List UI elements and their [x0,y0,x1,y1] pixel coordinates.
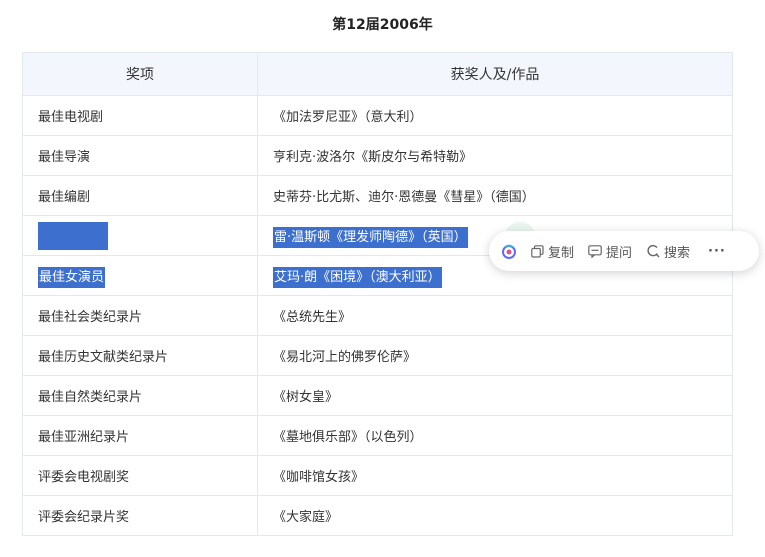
winner-cell: 《大家庭》 [257,495,733,536]
copy-icon [531,244,544,258]
table-row: 评委会电视剧奖 《咖啡馆女孩》 [22,455,733,496]
search-button[interactable]: 搜索 [646,242,690,261]
selection-toolbar: 复制 提问 搜索 ··· [489,231,759,271]
more-options-button[interactable]: ··· [708,244,726,259]
winner-cell: 《树女皇》 [257,375,733,416]
award-cell [22,215,258,256]
search-icon [647,245,660,258]
winner-cell: 《易北河上的佛罗伦萨》 [257,335,733,376]
page-title: 第12届2006年 [332,17,433,33]
award-cell: 评委会电视剧奖 [22,455,258,496]
winner-cell: 史蒂芬·比尤斯、迪尔·恩德曼《彗星》（德国） [257,175,733,216]
assistant-logo-icon[interactable] [501,243,517,259]
award-cell: 最佳女演员 [22,255,258,296]
copy-label: 复制 [548,245,575,261]
selected-text-highlight[interactable]: 最佳女演员 [38,267,106,288]
winner-cell: 《墓地俱乐部》（以色列） [257,415,733,456]
winner-cell: 《加法罗尼亚》（意大利） [257,95,733,136]
copy-button[interactable]: 复制 [531,242,574,261]
table-row: 最佳亚洲纪录片 《墓地俱乐部》（以色列） [22,415,733,456]
winner-cell: 《咖啡馆女孩》 [257,455,733,496]
header-award: 奖项 [22,52,258,96]
award-cell: 最佳导演 [22,135,258,176]
selected-text-highlight[interactable]: 雷·温斯顿《理发师陶德》（英国） [273,227,468,248]
table-row: 最佳电视剧 《加法罗尼亚》（意大利） [22,95,733,136]
header-winner: 获奖人及/作品 [257,52,733,96]
table-row: 最佳导演 亨利克·波洛尔《斯皮尔与希特勒》 [22,135,733,176]
award-cell: 最佳编剧 [22,175,258,216]
award-cell: 最佳亚洲纪录片 [22,415,258,456]
award-cell: 最佳历史文献类纪录片 [22,335,258,376]
winner-cell: 亨利克·波洛尔《斯皮尔与希特勒》 [257,135,733,176]
ask-icon [588,244,602,258]
award-cell: 最佳社会类纪录片 [22,295,258,336]
table-row: 最佳历史文献类纪录片 《易北河上的佛罗伦萨》 [22,335,733,376]
table-row: 评委会纪录片奖 《大家庭》 [22,495,733,536]
ask-button[interactable]: 提问 [588,242,632,261]
table-row: 最佳自然类纪录片 《树女皇》 [22,375,733,416]
awards-table: 奖项 获奖人及/作品 最佳电视剧 《加法罗尼亚》（意大利） 最佳导演 亨利克·波… [22,52,733,536]
award-cell: 评委会纪录片奖 [22,495,258,536]
ask-label: 提问 [606,245,633,261]
search-label: 搜索 [664,245,691,261]
award-cell: 最佳自然类纪录片 [22,375,258,416]
table-header-row: 奖项 获奖人及/作品 [22,52,733,96]
selected-text-highlight[interactable] [38,221,108,250]
selected-text-highlight[interactable]: 艾玛·朗《困境》（澳大利亚） [273,267,442,288]
winner-cell: 《总统先生》 [257,295,733,336]
award-cell: 最佳电视剧 [22,95,258,136]
table-row: 最佳社会类纪录片 《总统先生》 [22,295,733,336]
table-row: 最佳编剧 史蒂芬·比尤斯、迪尔·恩德曼《彗星》（德国） [22,175,733,216]
